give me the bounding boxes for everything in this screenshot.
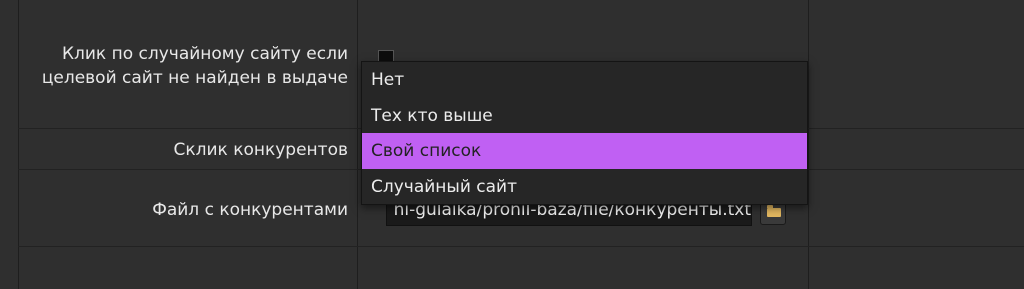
competitor-file-label: Файл с конкурентами [152,200,348,220]
dropdown-option-own-list[interactable]: Свой список [362,133,807,169]
dropdown-option-random-site[interactable]: Случайный сайт [362,169,807,205]
competitor-click-label: Склик конкурентов [173,140,348,160]
competitor-click-dropdown[interactable]: Нет Тех кто выше Свой список Случайный с… [361,61,808,205]
random-click-label: Клик по случайному сайту если целевой са… [42,42,348,90]
dropdown-option-none[interactable]: Нет [362,62,807,98]
folder-icon [767,205,781,217]
grid-row-divider [18,246,1024,247]
random-click-label-line1: Клик по случайному сайту если [61,44,348,64]
random-click-label-line2: целевой сайт не найден в выдаче [41,68,348,88]
dropdown-option-higher[interactable]: Тех кто выше [362,98,807,134]
